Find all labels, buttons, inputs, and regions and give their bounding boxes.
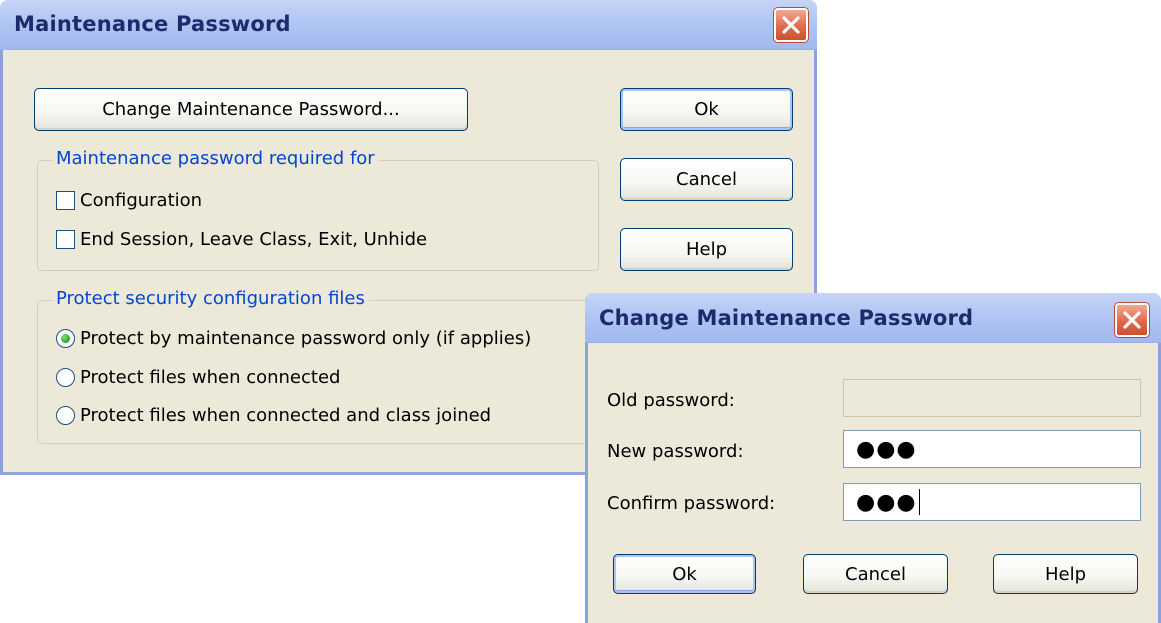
change-dialog-cancel-button[interactable]: Cancel bbox=[803, 554, 948, 594]
new-password-field[interactable]: ●●● bbox=[843, 430, 1141, 468]
new-password-label: New password: bbox=[607, 441, 744, 462]
configuration-checkbox-row[interactable]: Configuration bbox=[56, 190, 202, 211]
change-dialog-help-button[interactable]: Help bbox=[993, 554, 1138, 594]
protect-password-only-radio-row[interactable]: Protect by maintenance password only (if… bbox=[56, 328, 531, 349]
confirm-password-label: Confirm password: bbox=[607, 493, 776, 514]
help-button[interactable]: Help bbox=[620, 228, 793, 271]
old-password-label: Old password: bbox=[607, 390, 735, 411]
password-required-group bbox=[37, 160, 599, 271]
change-dialog-close-button[interactable] bbox=[1115, 303, 1149, 337]
protect-connected-class-joined-label: Protect files when connected and class j… bbox=[80, 405, 492, 426]
change-dialog-title: Change Maintenance Password bbox=[599, 306, 974, 330]
end-session-checkbox-row[interactable]: End Session, Leave Class, Exit, Unhide bbox=[56, 229, 427, 250]
protect-when-connected-label: Protect files when connected bbox=[80, 367, 341, 388]
protect-password-only-radio[interactable] bbox=[56, 329, 75, 348]
protect-connected-class-joined-radio-row[interactable]: Protect files when connected and class j… bbox=[56, 405, 491, 426]
protect-when-connected-radio-row[interactable]: Protect files when connected bbox=[56, 367, 340, 388]
change-maintenance-password-button[interactable]: Change Maintenance Password... bbox=[34, 88, 468, 131]
ok-button[interactable]: Ok bbox=[620, 88, 793, 131]
protect-connected-class-joined-radio[interactable] bbox=[56, 406, 75, 425]
password-required-legend: Maintenance password required for bbox=[52, 148, 379, 169]
confirm-password-field[interactable]: ●●● bbox=[843, 483, 1141, 521]
maintenance-dialog-close-button[interactable] bbox=[774, 8, 808, 42]
protect-files-legend: Protect security configuration files bbox=[52, 288, 369, 309]
close-icon bbox=[782, 16, 800, 34]
change-maintenance-password-dialog: Change Maintenance Password Old password… bbox=[585, 293, 1161, 623]
configuration-checkbox[interactable] bbox=[56, 191, 75, 210]
end-session-checkbox-label: End Session, Leave Class, Exit, Unhide bbox=[80, 229, 428, 250]
close-icon bbox=[1123, 311, 1141, 329]
protect-password-only-label: Protect by maintenance password only (if… bbox=[80, 328, 532, 349]
confirm-password-value: ●●● bbox=[856, 489, 917, 515]
configuration-checkbox-label: Configuration bbox=[80, 190, 203, 211]
maintenance-dialog-title: Maintenance Password bbox=[14, 12, 291, 36]
end-session-checkbox[interactable] bbox=[56, 230, 75, 249]
maintenance-dialog-titlebar[interactable]: Maintenance Password bbox=[0, 0, 817, 50]
protect-when-connected-radio[interactable] bbox=[56, 368, 75, 387]
text-caret bbox=[918, 489, 920, 515]
new-password-value: ●●● bbox=[856, 436, 917, 462]
change-dialog-ok-button[interactable]: Ok bbox=[613, 554, 756, 594]
old-password-field bbox=[843, 379, 1141, 417]
change-dialog-titlebar[interactable]: Change Maintenance Password bbox=[585, 293, 1161, 343]
cancel-button[interactable]: Cancel bbox=[620, 158, 793, 201]
